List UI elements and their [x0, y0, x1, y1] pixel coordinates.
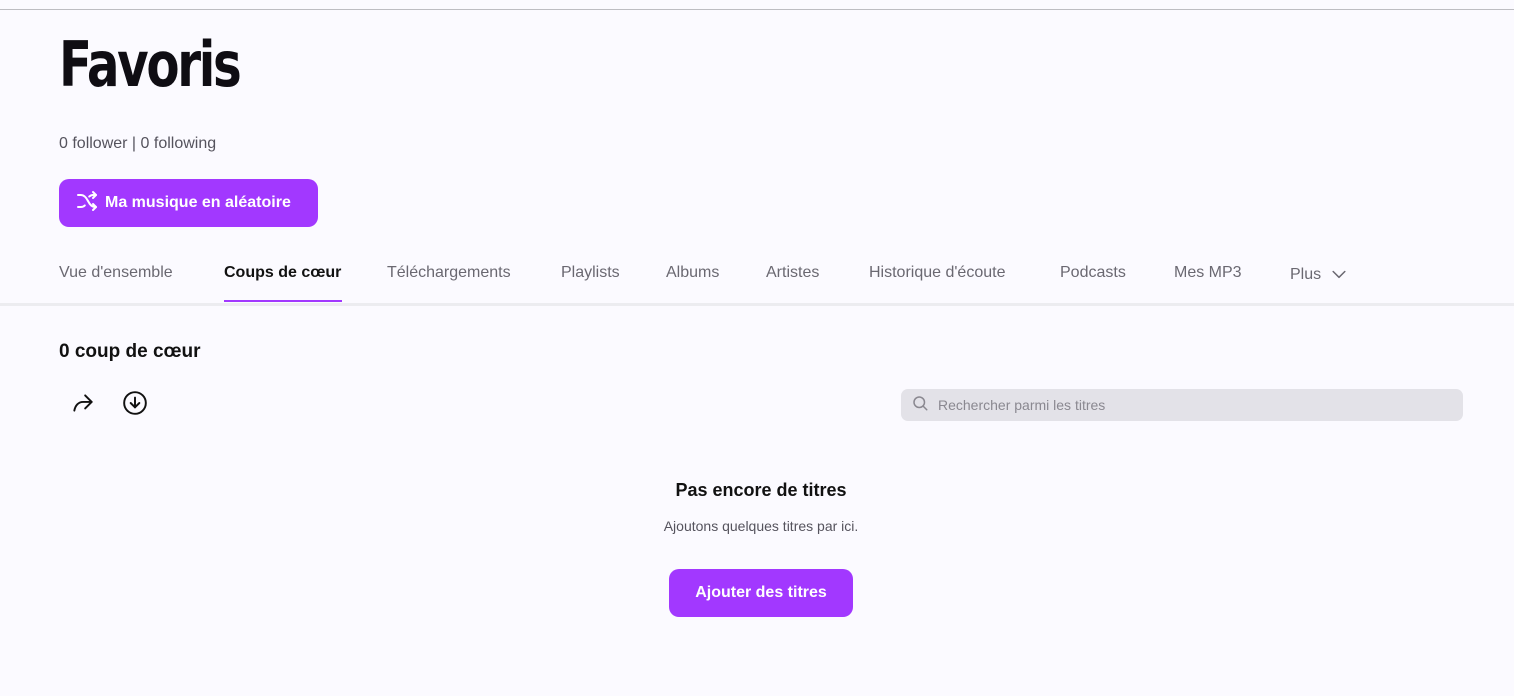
empty-state-subtitle: Ajoutons quelques titres par ici.	[663, 518, 859, 534]
page-title: Favoris	[59, 28, 242, 101]
search-box	[901, 389, 1463, 421]
tab-podcasts[interactable]: Podcasts	[1060, 264, 1126, 282]
tab-more-label: Plus	[1290, 266, 1322, 283]
search-input[interactable]	[936, 396, 1440, 414]
shuffle-button[interactable]: Ma musique en aléatoire	[59, 179, 318, 227]
search-icon	[911, 394, 929, 417]
tab-bar: Vue d'ensemble Coups de cœur Téléchargem…	[0, 252, 1514, 306]
shuffle-label: Ma musique en aléatoire	[105, 194, 291, 211]
shuffle-icon	[75, 189, 99, 218]
active-tab-indicator	[224, 300, 342, 302]
tab-downloads[interactable]: Téléchargements	[387, 264, 511, 282]
add-tracks-button[interactable]: Ajouter des titres	[669, 569, 853, 617]
follow-counts: 0 follower | 0 following	[59, 135, 217, 152]
section-title: 0 coup de cœur	[59, 341, 201, 362]
tab-artists[interactable]: Artistes	[766, 264, 819, 282]
empty-state-title: Pas encore de titres	[675, 480, 847, 500]
tab-history[interactable]: Historique d'écoute	[869, 264, 1005, 282]
chevron-down-icon	[1321, 266, 1349, 283]
tab-overview[interactable]: Vue d'ensemble	[59, 264, 173, 282]
tab-my-mp3[interactable]: Mes MP3	[1174, 264, 1242, 282]
tab-favorites[interactable]: Coups de cœur	[224, 264, 341, 282]
tabs-divider	[0, 303, 1514, 306]
tab-playlists[interactable]: Playlists	[561, 264, 620, 282]
download-icon	[122, 390, 148, 421]
tab-more[interactable]: Plus	[1290, 264, 1349, 284]
share-icon	[70, 390, 96, 421]
download-button[interactable]	[121, 390, 149, 421]
top-divider	[0, 9, 1514, 10]
share-button[interactable]	[69, 391, 97, 419]
tab-albums[interactable]: Albums	[666, 264, 719, 282]
